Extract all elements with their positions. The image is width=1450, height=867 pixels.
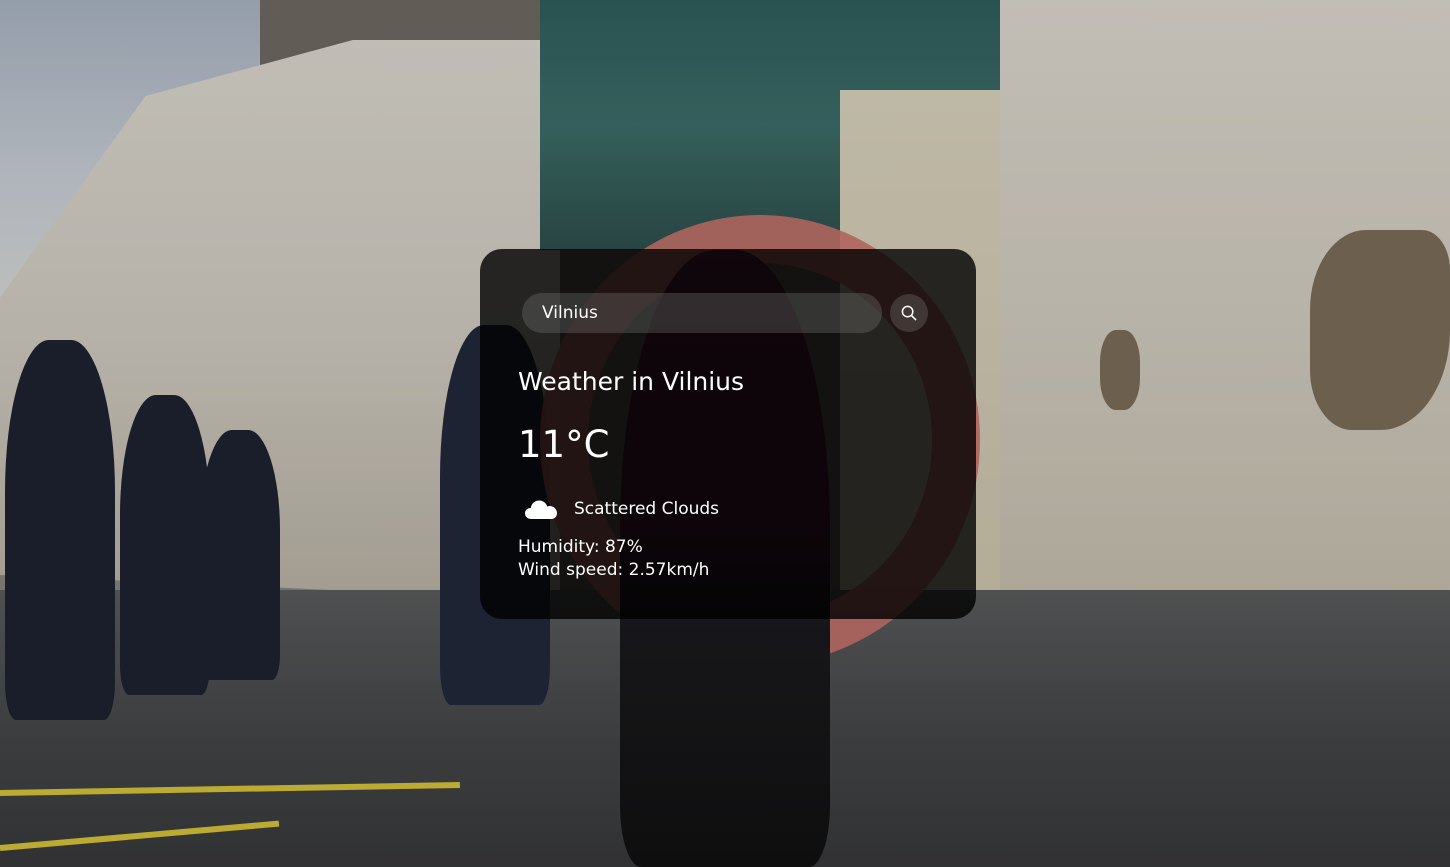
humidity-value: 87% [604,537,643,557]
search-input[interactable] [522,293,882,333]
humidity-label: Humidity: [518,537,605,557]
temperature: 11°C [518,423,610,466]
search-button[interactable] [890,294,928,332]
wind-value: 2.57km/h [628,560,710,580]
search-bar [522,293,928,333]
cloud-icon [525,500,557,519]
humidity: Humidity: 87% [518,537,643,557]
wind-speed: Wind speed: 2.57km/h [518,560,709,580]
weather-condition: Scattered Clouds [524,497,719,521]
city-title: Weather in Vilnius [518,367,745,396]
search-icon [901,305,917,321]
weather-card: Weather in Vilnius 11°C Scattered Clouds… [480,249,976,619]
condition-label: Scattered Clouds [574,499,720,519]
wind-label: Wind speed: [518,560,629,580]
